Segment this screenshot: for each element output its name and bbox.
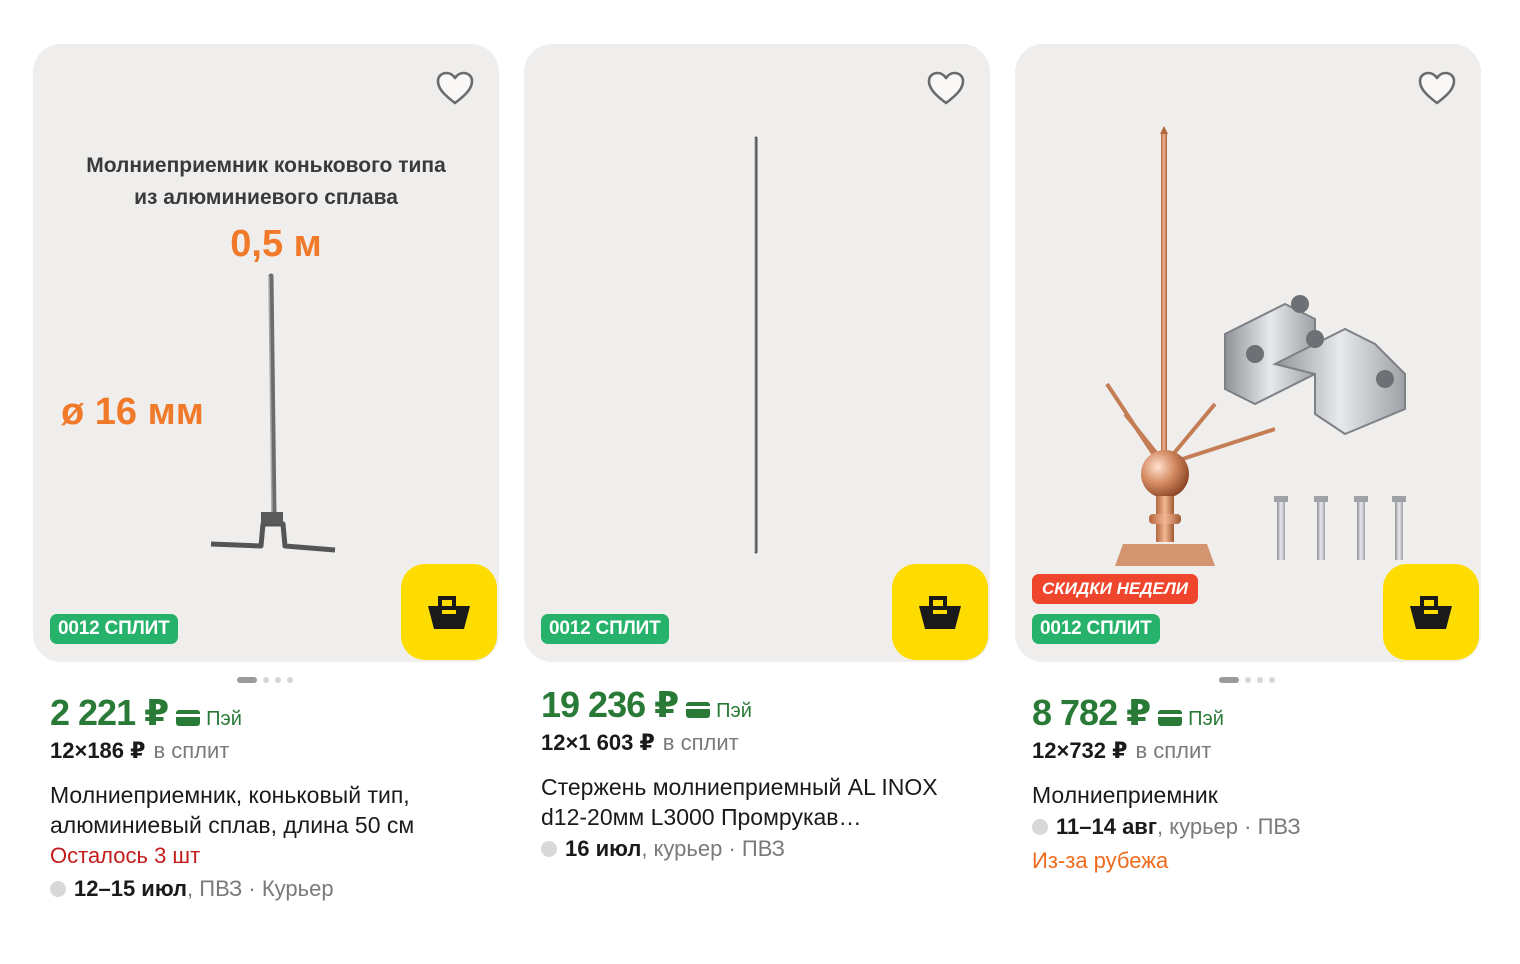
favorite-button[interactable] <box>926 70 966 106</box>
add-to-cart-button[interactable] <box>892 564 988 660</box>
basket-icon <box>428 596 470 629</box>
delivery-date: 16 июл <box>565 836 642 861</box>
delivery-dot-icon <box>1032 819 1048 835</box>
card-icon <box>686 702 711 718</box>
image-carousel-dots <box>1015 672 1481 688</box>
price-row: 2 221 ₽ Пэй <box>50 692 499 736</box>
split-amount: 12×1 603 ₽ <box>541 730 655 755</box>
image-caption-line2: из алюминиевого сплава <box>134 186 398 209</box>
delivery-methods: , курьер · ПВЗ <box>1157 814 1301 839</box>
delivery-dot-icon <box>50 881 66 897</box>
product-title-line: d12-20мм L3000 Промрукав… <box>541 804 862 830</box>
product-card[interactable]: СКИДКИ НЕДЕЛИ 0012 СПЛИТ 8 782 ₽ Пэй 12×… <box>1015 44 1481 878</box>
delivery-info: 16 июл, курьер · ПВЗ <box>541 832 990 866</box>
split-label: в сплит <box>662 730 739 755</box>
image-carousel-dots <box>33 672 499 688</box>
card-icon <box>176 710 201 726</box>
product-title-line: Молниеприемник <box>1032 782 1218 808</box>
price: 19 236 ₽ <box>541 684 679 725</box>
sale-badge: СКИДКИ НЕДЕЛИ <box>1032 574 1198 604</box>
price-row: 8 782 ₽ Пэй <box>1032 692 1481 736</box>
price: 8 782 ₽ <box>1032 692 1151 733</box>
add-to-cart-button[interactable] <box>401 564 497 660</box>
delivery-info: 11–14 авг, курьер · ПВЗ <box>1032 810 1481 844</box>
product-title[interactable]: Молниеприемник <box>1032 780 1481 810</box>
split-payment: 12×732 ₽ в сплит <box>1032 736 1481 766</box>
price: 2 221 ₽ <box>50 692 169 733</box>
split-payment: 12×186 ₽ в сплит <box>50 736 499 766</box>
heart-outline-icon <box>436 71 474 105</box>
product-title-line: Молниеприемник, коньковый тип, <box>50 782 410 808</box>
basket-icon <box>919 596 961 629</box>
split-amount: 12×732 ₽ <box>1032 738 1128 763</box>
delivery-info: 12–15 июл, ПВЗ · Курьер <box>50 872 499 906</box>
delivery-date: 11–14 авг <box>1056 814 1157 839</box>
add-to-cart-button[interactable] <box>1383 564 1479 660</box>
product-title[interactable]: Молниеприемник, коньковый тип, алюминиев… <box>50 780 499 840</box>
delivery-methods: , ПВЗ · Курьер <box>187 876 334 901</box>
favorite-button[interactable] <box>435 70 475 106</box>
stock-status: Осталось 3 шт <box>50 843 201 868</box>
split-payment: 12×1 603 ₽ в сплит <box>541 728 990 758</box>
split-badge: 0012 СПЛИТ <box>1032 614 1160 644</box>
heart-outline-icon <box>1418 71 1456 105</box>
split-badge: 0012 СПЛИТ <box>541 614 669 644</box>
basket-icon <box>1410 596 1452 629</box>
heart-outline-icon <box>927 71 965 105</box>
split-label: в сплит <box>153 738 230 763</box>
split-label: в сплит <box>1135 738 1212 763</box>
pay-label: Пэй <box>716 700 752 722</box>
delivery-date: 12–15 июл <box>74 876 188 901</box>
pay-label: Пэй <box>1188 708 1224 730</box>
price-row: 19 236 ₽ Пэй <box>541 684 990 728</box>
image-length-label: 0,5 м <box>230 223 322 265</box>
product-image[interactable]: СКИДКИ НЕДЕЛИ 0012 СПЛИТ <box>1015 44 1481 662</box>
product-title-line: Стержень молниеприемный AL INOX <box>541 774 938 800</box>
split-badge: 0012 СПЛИТ <box>50 614 178 644</box>
origin-label: Из-за рубежа <box>1032 848 1169 873</box>
product-title-line: алюминиевый сплав, длина 50 см <box>50 812 415 838</box>
image-diameter-label: ø 16 мм <box>61 391 204 433</box>
product-title[interactable]: Стержень молниеприемный AL INOX d12-20мм… <box>541 772 990 832</box>
product-image[interactable]: 0012 СПЛИТ <box>524 44 990 662</box>
pay-label: Пэй <box>206 708 242 730</box>
split-amount: 12×186 ₽ <box>50 738 146 763</box>
delivery-dot-icon <box>541 841 557 857</box>
product-card[interactable]: Молниеприемник конькового типа из алюмин… <box>33 44 499 906</box>
card-icon <box>1158 710 1183 726</box>
product-card[interactable]: 0012 СПЛИТ 19 236 ₽ Пэй 12×1 603 ₽ в спли… <box>524 44 990 866</box>
product-image[interactable]: Молниеприемник конькового типа из алюмин… <box>33 44 499 662</box>
image-caption-line1: Молниеприемник конькового типа <box>86 154 446 177</box>
favorite-button[interactable] <box>1417 70 1457 106</box>
delivery-methods: , курьер · ПВЗ <box>641 836 785 861</box>
